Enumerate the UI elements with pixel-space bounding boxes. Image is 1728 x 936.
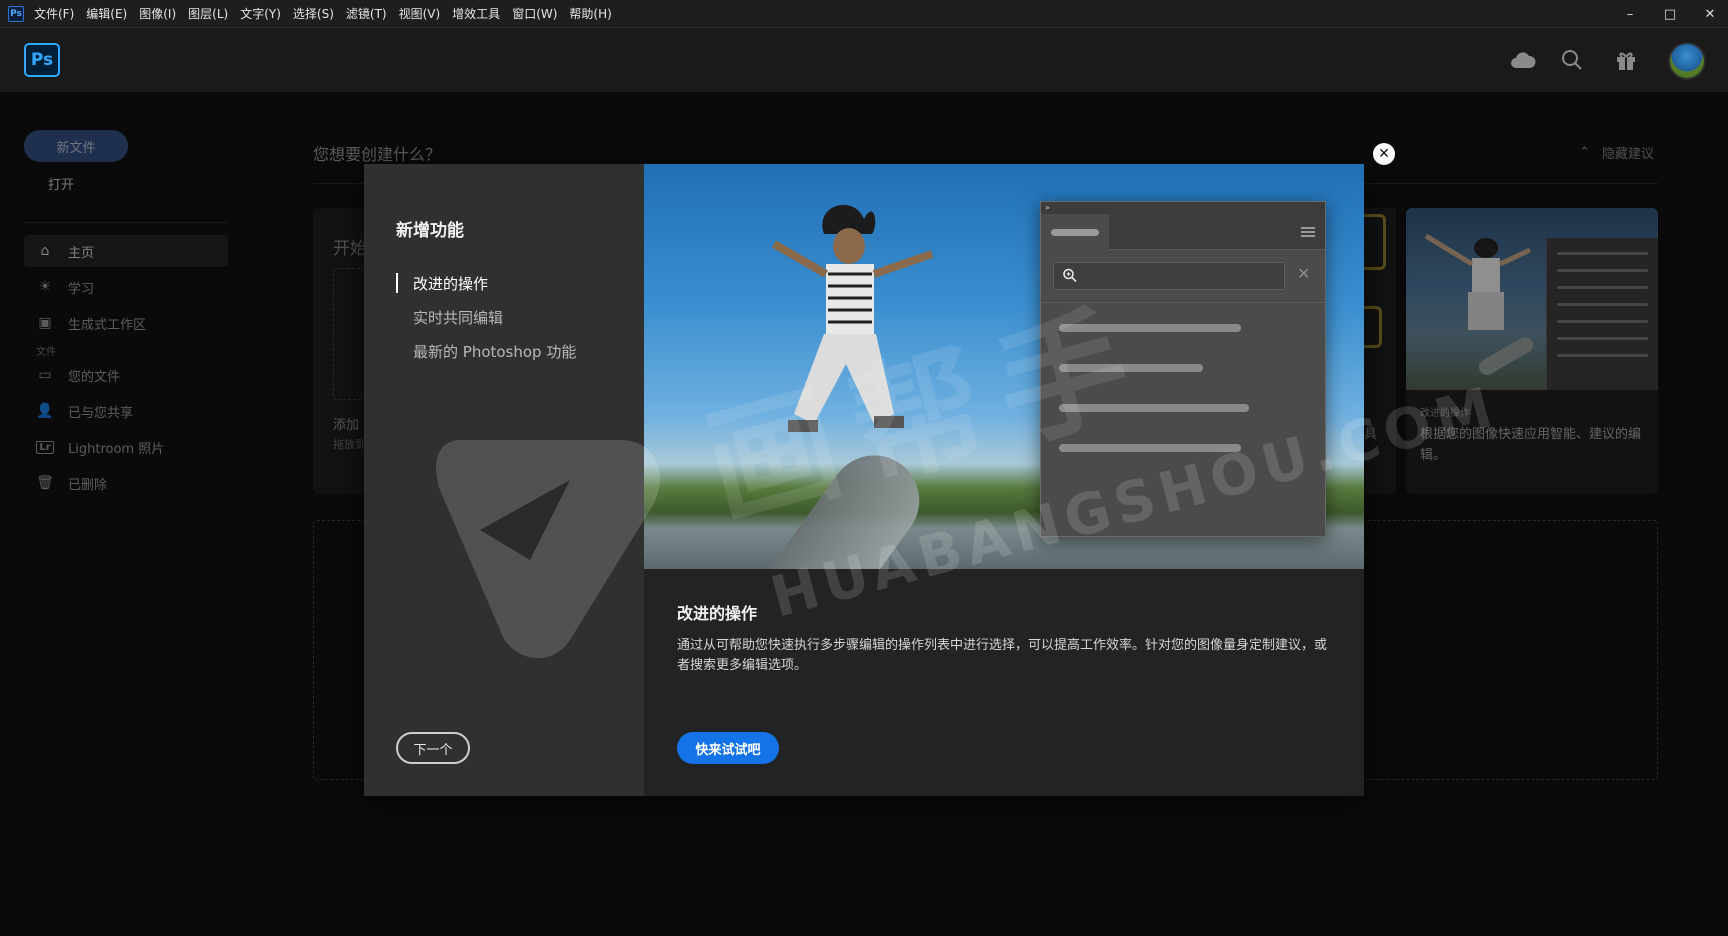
feature-item-live-coediting[interactable]: 实时共同编辑 <box>396 300 576 334</box>
clear-search-icon: ✕ <box>1297 264 1311 283</box>
gift-icon[interactable] <box>1612 46 1640 74</box>
menu-edit[interactable]: 编辑(E) <box>86 5 127 22</box>
menu-help[interactable]: 帮助(H) <box>569 5 611 22</box>
menu-image[interactable]: 图像(I) <box>139 5 176 22</box>
avatar[interactable] <box>1668 42 1706 80</box>
next-button[interactable]: 下一个 <box>396 732 470 764</box>
search-icon[interactable] <box>1558 46 1586 74</box>
feature-item-latest-features[interactable]: 最新的 Photoshop 功能 <box>396 334 576 368</box>
menu-filter[interactable]: 滤镜(T) <box>346 5 387 22</box>
menu-plugins[interactable]: 增效工具 <box>452 5 500 22</box>
menu-select[interactable]: 选择(S) <box>293 5 334 22</box>
try-it-button[interactable]: 快来试试吧 <box>677 732 779 764</box>
panel-tab-bar <box>1041 214 1325 250</box>
menu-view[interactable]: 视图(V) <box>399 5 441 22</box>
minimize-button[interactable]: – <box>1622 7 1638 22</box>
panel-menu-icon <box>1301 227 1315 237</box>
feature-description: 通过从可帮助您快速执行多步骤编辑的操作列表中进行选择，可以提高工作效率。针对您的… <box>677 638 1328 673</box>
panel-collapse-icon: » <box>1041 202 1325 214</box>
cloud-icon[interactable] <box>1509 46 1537 74</box>
menu-layer[interactable]: 图层(L) <box>188 5 228 22</box>
panel-tab <box>1041 214 1109 250</box>
maximize-button[interactable]: □ <box>1662 7 1678 22</box>
photoshop-logo[interactable]: Ps <box>24 43 60 77</box>
window-controls: – □ ✕ <box>1622 0 1718 28</box>
close-window-button[interactable]: ✕ <box>1702 7 1718 22</box>
menu-file[interactable]: 文件(F) <box>34 5 74 22</box>
watermark-logo <box>436 440 660 659</box>
menu-window[interactable]: 窗口(W) <box>512 5 557 22</box>
feature-title: 改进的操作 <box>677 604 758 623</box>
feature-list: 改进的操作 实时共同编辑 最新的 Photoshop 功能 <box>396 266 576 368</box>
app-header: Ps <box>0 28 1728 92</box>
panel-tab-label <box>1051 229 1099 236</box>
menu-bar: Ps 文件(F) 编辑(E) 图像(I) 图层(L) 文字(Y) 选择(S) 滤… <box>0 0 1728 28</box>
dialog-title: 新增功能 <box>396 221 464 241</box>
photoshop-app-icon: Ps <box>8 5 24 22</box>
menu-type[interactable]: 文字(Y) <box>240 5 281 22</box>
close-dialog-button[interactable]: ✕ <box>1373 143 1395 165</box>
feature-item-improved-actions[interactable]: 改进的操作 <box>396 273 576 293</box>
